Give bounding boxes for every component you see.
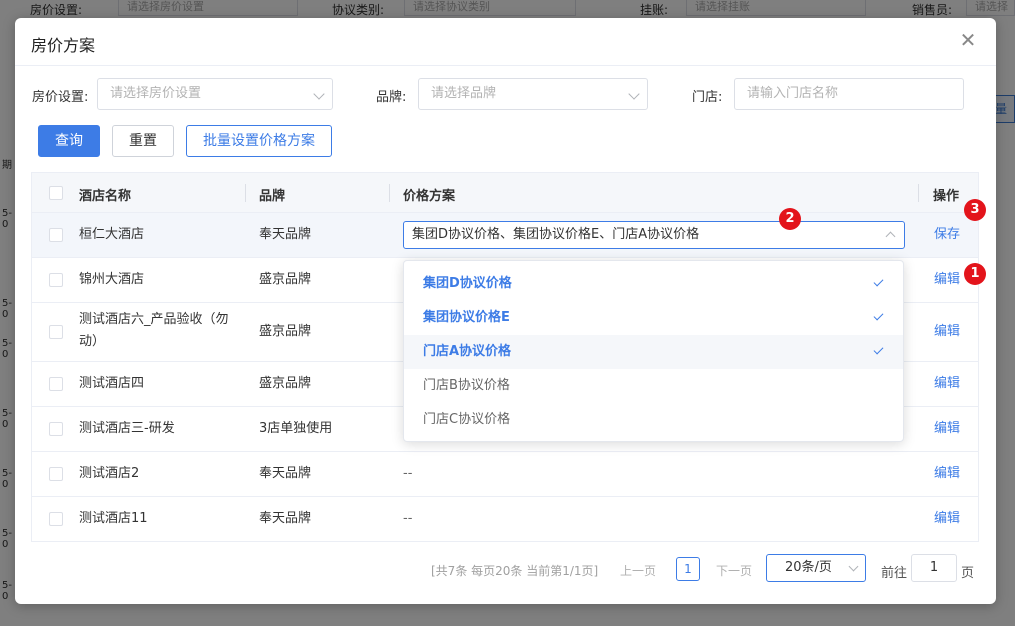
dialog-title: 房价方案 (31, 36, 96, 55)
select-all-checkbox[interactable] (49, 186, 63, 200)
price-plan-select[interactable]: 集团D协议价格、集团协议价格E、门店A协议价格 (403, 221, 905, 249)
store-placeholder: 请输入门店名称 (747, 86, 839, 101)
option-label: 门店C协议价格 (423, 412, 511, 427)
edit-link[interactable]: 编辑 (934, 269, 960, 291)
row-checkbox[interactable] (49, 377, 63, 391)
hotel-name: 测试酒店六_产品验收（勿动） (79, 312, 229, 349)
hotel-brand: 盛京品牌 (259, 272, 312, 287)
price-setting-label: 房价设置: (32, 90, 89, 105)
price-setting-placeholder: 请选择房价设置 (110, 86, 202, 101)
option-label: 集团D协议价格 (423, 276, 512, 291)
pagination: [共7条 每页20条 当前第1/1页] 上一页 1 下一页 20条/页 前往 1… (15, 554, 996, 584)
dialog-header: 房价方案 ✕ (15, 18, 996, 66)
price-plan-value: 集团D协议价格、集团协议价格E、门店A协议价格 (412, 227, 700, 242)
hotel-brand: 盛京品牌 (259, 376, 312, 391)
annotation-badge-2: 2 (779, 208, 801, 230)
annotation-badge-1: 1 (964, 263, 986, 285)
hotel-name: 桓仁大酒店 (79, 227, 145, 242)
column-divider (245, 184, 246, 202)
price-plan-empty: -- (403, 511, 413, 526)
price-setting-select[interactable]: 请选择房价设置 (97, 78, 333, 110)
row-checkbox[interactable] (49, 228, 63, 242)
hotel-brand: 奉天品牌 (259, 511, 312, 526)
row-checkbox[interactable] (49, 325, 63, 339)
row-checkbox[interactable] (49, 467, 63, 481)
hotel-brand: 奉天品牌 (259, 466, 312, 481)
option-label: 集团协议价格E (423, 310, 510, 325)
header-hotel-name: 酒店名称 (79, 189, 132, 204)
hotel-brand: 3店单独使用 (259, 421, 333, 436)
brand-placeholder: 请选择品牌 (431, 86, 497, 101)
prev-page-button[interactable]: 上一页 (620, 562, 656, 579)
hotel-brand: 盛京品牌 (259, 324, 312, 339)
option-label: 门店A协议价格 (423, 344, 512, 359)
column-divider (389, 184, 390, 202)
edit-link[interactable]: 编辑 (934, 373, 960, 395)
store-label: 门店: (692, 90, 723, 105)
brand-select[interactable]: 请选择品牌 (418, 78, 648, 110)
chevron-up-icon (885, 231, 896, 242)
table-row: 测试酒店11 奉天品牌 -- 编辑 (32, 497, 978, 541)
brand-label: 品牌: (376, 90, 407, 105)
annotation-badge-3: 3 (964, 199, 986, 221)
hotel-name: 测试酒店四 (79, 376, 145, 391)
dropdown-option[interactable]: 门店C协议价格 (404, 403, 903, 437)
goto-label: 前往 (881, 566, 908, 581)
table-header: 酒店名称 品牌 价格方案 操作 (32, 173, 978, 213)
edit-link[interactable]: 编辑 (934, 321, 960, 343)
filter-bar: 房价设置: 请选择房价设置 品牌: 请选择品牌 门店: 请输入门店名称 (15, 78, 996, 110)
dropdown-option[interactable]: 门店A协议价格 (404, 335, 903, 369)
price-plan-empty: -- (403, 466, 413, 481)
edit-link[interactable]: 编辑 (934, 418, 960, 440)
next-page-button[interactable]: 下一页 (716, 562, 752, 579)
close-icon[interactable]: ✕ (958, 30, 978, 50)
page-size-select[interactable]: 20条/页 (766, 554, 866, 582)
check-icon (873, 344, 884, 355)
batch-set-plan-button[interactable]: 批量设置价格方案 (186, 125, 332, 157)
row-checkbox[interactable] (49, 422, 63, 436)
pagination-total: [共7条 每页20条 当前第1/1页] (431, 564, 599, 578)
dropdown-option[interactable]: 集团D协议价格 (404, 267, 903, 301)
query-button[interactable]: 查询 (38, 125, 100, 157)
hotel-name: 锦州大酒店 (79, 272, 145, 287)
row-checkbox[interactable] (49, 273, 63, 287)
save-link[interactable]: 保存 (934, 224, 960, 246)
hotel-name: 测试酒店11 (79, 511, 148, 526)
chevron-down-icon (313, 88, 325, 100)
hotel-name: 测试酒店三-研发 (79, 421, 175, 436)
table-row: 桓仁大酒店 奉天品牌 集团D协议价格、集团协议价格E、门店A协议价格 保存 (32, 213, 978, 258)
header-operation: 操作 (933, 189, 960, 204)
reset-button[interactable]: 重置 (112, 125, 174, 157)
chevron-down-icon (628, 88, 640, 100)
row-checkbox[interactable] (49, 512, 63, 526)
dropdown-option[interactable]: 门店B协议价格 (404, 369, 903, 403)
table-row: 测试酒店2 奉天品牌 -- 编辑 (32, 452, 978, 497)
page-size-value: 20条/页 (785, 560, 832, 575)
header-brand: 品牌 (259, 189, 286, 204)
header-price-plan: 价格方案 (403, 189, 456, 204)
edit-link[interactable]: 编辑 (934, 508, 960, 530)
page-number-1[interactable]: 1 (676, 557, 700, 581)
edit-link[interactable]: 编辑 (934, 463, 960, 485)
hotel-brand: 奉天品牌 (259, 227, 312, 242)
check-icon (873, 310, 884, 321)
store-input[interactable]: 请输入门店名称 (734, 78, 964, 110)
column-divider (918, 184, 919, 202)
goto-page-input[interactable]: 1 (911, 554, 957, 582)
check-icon (873, 276, 884, 287)
goto-unit: 页 (961, 566, 975, 581)
hotel-name: 测试酒店2 (79, 466, 140, 481)
chevron-down-icon (848, 561, 859, 572)
dropdown-option[interactable]: 集团协议价格E (404, 301, 903, 335)
price-plan-dropdown: 集团D协议价格 集团协议价格E 门店A协议价格 门店B协议价格 门店C协议价格 (403, 260, 904, 442)
option-label: 门店B协议价格 (423, 378, 510, 393)
